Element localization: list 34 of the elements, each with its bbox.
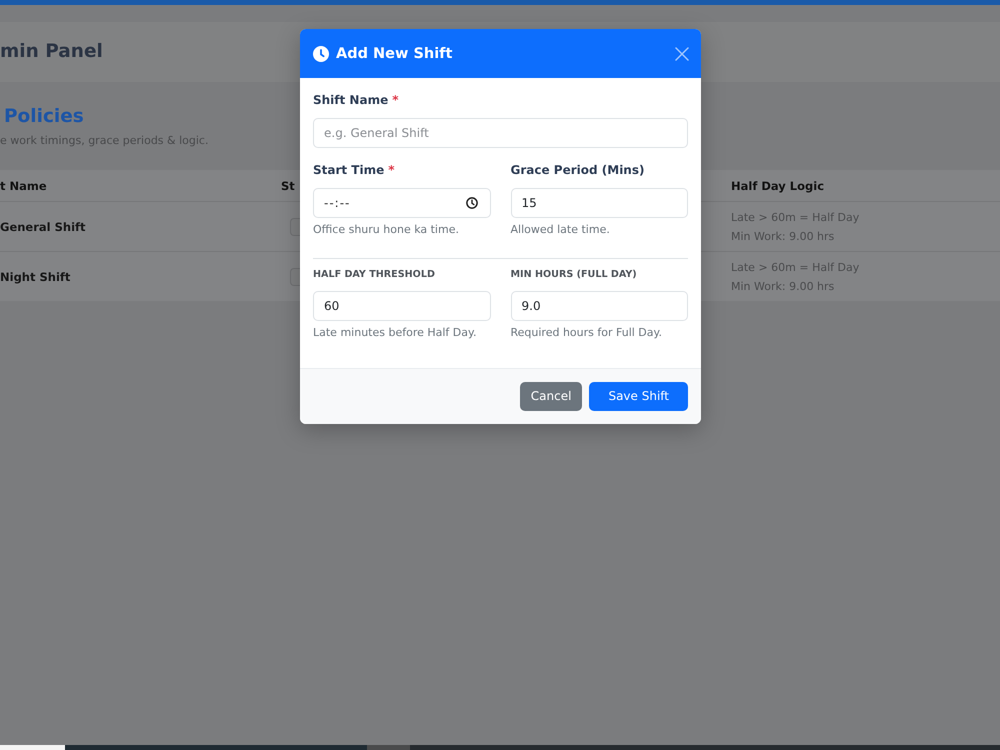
column-header: t Name — [0, 178, 47, 194]
field-label: HALF DAY THRESHOLD — [313, 268, 435, 282]
input-field[interactable]: e.g. General Shift — [313, 118, 688, 148]
column-header: St — [281, 178, 295, 194]
time-field[interactable]: --:-- — [313, 188, 490, 218]
help-text: Late minutes before Half Day. — [313, 326, 476, 340]
field-label: Start Time * — [313, 162, 395, 178]
field-label: MIN HOURS (FULL DAY) — [510, 268, 637, 282]
help-text: Required hours for Full Day. — [510, 326, 662, 340]
page-title: Policies — [3, 105, 84, 129]
cell-text: Min Work: 9.00 hrs — [731, 228, 834, 244]
modal-title: Add New Shift — [336, 44, 452, 64]
table-cell: Night Shift — [0, 268, 70, 284]
cell-text: Late > 60m = Half Day — [731, 210, 860, 226]
close-icon — [675, 46, 689, 60]
chip — [290, 268, 300, 286]
input-field[interactable]: 9.0 — [510, 291, 688, 321]
input-field[interactable]: 60 — [313, 291, 490, 321]
field-label: Shift Name * — [313, 92, 398, 108]
clock-icon — [466, 197, 478, 209]
clock-icon — [313, 46, 329, 62]
help-text: Allowed late time. — [510, 223, 610, 237]
chip — [290, 218, 300, 236]
cell-text: Late > 60m = Half Day — [731, 260, 860, 276]
cancel-button[interactable]: Cancel — [520, 382, 582, 411]
close-button[interactable] — [675, 46, 689, 60]
save-button[interactable]: Save Shift — [589, 382, 688, 411]
input-field[interactable]: 15 — [510, 188, 688, 218]
table-cell: General Shift — [0, 218, 86, 234]
cell-text: Min Work: 9.00 hrs — [731, 278, 834, 294]
help-text: Office shuru hone ka time. — [313, 223, 459, 237]
panel-title: min Panel — [0, 40, 103, 64]
column-header: Half Day Logic — [731, 178, 824, 194]
field-label: Grace Period (Mins) — [510, 162, 644, 178]
